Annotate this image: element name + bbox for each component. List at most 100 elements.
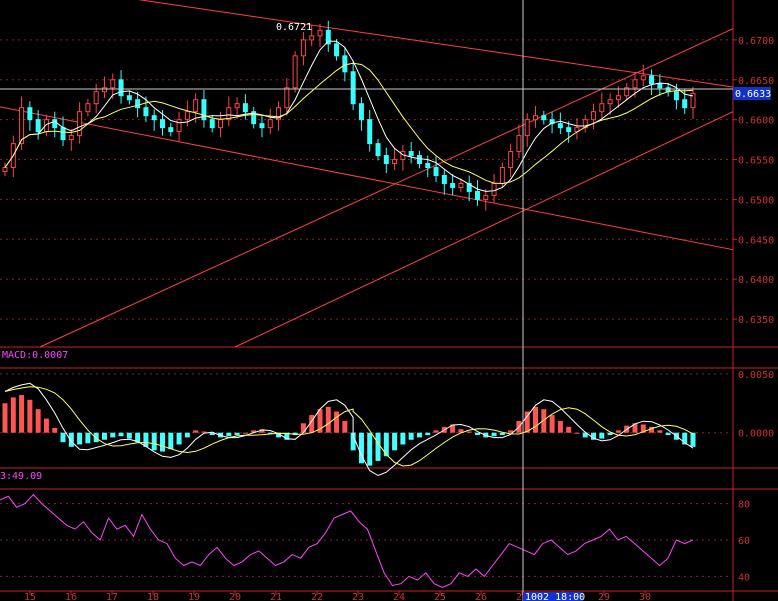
candle-body (458, 182, 464, 188)
candle-body (408, 151, 414, 157)
channel-line (137, 0, 734, 88)
candle-body (657, 83, 663, 89)
macd-name: MACD (2, 350, 26, 361)
channel-line (0, 106, 734, 251)
candle-body (309, 35, 315, 41)
candle-body (607, 99, 613, 105)
macd-bar (599, 432, 605, 439)
macd-bar (52, 428, 58, 433)
macd-bar (77, 432, 83, 445)
candle-body (184, 111, 190, 121)
candle-body (383, 155, 389, 165)
osc-tick-label: 40 (738, 572, 750, 583)
macd-bar (110, 432, 116, 438)
moving-averages (4, 40, 694, 192)
candle-body (483, 194, 489, 200)
macd-bar (566, 426, 572, 433)
x-tick-label: 17 (106, 592, 118, 601)
macd-bar (226, 432, 232, 437)
x-tick-label: 26 (475, 592, 487, 601)
macd-bar (433, 430, 439, 433)
x-tick-label: 16 (65, 592, 77, 601)
candle-body (491, 182, 497, 196)
x-tick-label: 20 (229, 592, 241, 601)
macd-bar (35, 409, 41, 433)
macd-bar (657, 430, 663, 433)
macd-bar (201, 431, 207, 433)
macd-bar (474, 432, 480, 436)
x-tick-label: 22 (311, 592, 323, 601)
candle-body (27, 107, 33, 121)
macd-bar (168, 432, 174, 450)
candle-body (317, 29, 323, 37)
candle-body (126, 95, 132, 101)
macd-panel (2, 382, 696, 477)
macd-bar (43, 418, 49, 433)
candle-body (60, 127, 66, 141)
macd-bar (85, 432, 91, 444)
candle-body (566, 127, 572, 133)
macd-bar (549, 415, 555, 433)
candle-body (375, 143, 381, 157)
x-tick-label: 24 (393, 592, 405, 601)
candle-body (77, 111, 83, 137)
candle-body (143, 107, 149, 117)
x-tick-label: 23 (352, 592, 364, 601)
macd-bar (68, 432, 74, 447)
candle-body (218, 119, 224, 129)
macd-bar (367, 432, 373, 466)
macd-bar (466, 431, 472, 433)
macd-bar (408, 432, 414, 440)
macd-bar (533, 406, 539, 433)
macd-bar (101, 432, 107, 440)
macd-bar (234, 432, 240, 436)
osc-tick-label: 80 (738, 500, 750, 511)
candle-body (85, 103, 91, 113)
candle-body (209, 119, 215, 129)
osc-label: 3:49.09 (0, 471, 42, 482)
macd-bar (242, 432, 248, 434)
macd-bar (334, 411, 340, 433)
x-tick-label: 19 (188, 592, 200, 601)
ma-slow-line (4, 62, 694, 185)
candle-body (392, 159, 398, 165)
macd-dif-line (4, 382, 694, 477)
price-tick-label: 0.6450 (738, 235, 774, 246)
macd-bar (19, 395, 25, 433)
candle-body (35, 119, 41, 133)
candle-body (93, 91, 99, 105)
macd-bar (300, 423, 306, 433)
candle-body (541, 115, 547, 121)
macd-bar (615, 430, 621, 433)
candle-body (632, 79, 638, 89)
candle-body (284, 87, 290, 109)
macd-bar (143, 432, 149, 447)
candle-body (450, 182, 456, 188)
price-tick-label: 0.6400 (738, 275, 774, 286)
candle-body (615, 95, 621, 101)
candle-body (135, 99, 141, 109)
macd-bar (690, 432, 696, 447)
macd-bar (416, 432, 422, 438)
macd-bar (10, 397, 16, 433)
macd-label: MACD:0.0007 (2, 350, 68, 361)
candle-body (682, 99, 688, 109)
candle-body (533, 115, 539, 121)
macd-bar (325, 406, 331, 433)
candle-body (118, 79, 124, 97)
channel-line (39, 28, 734, 348)
macd-bar (184, 432, 190, 438)
candle-body (416, 155, 422, 165)
current-price-label: 0.6633 (735, 89, 771, 100)
candle-body (168, 127, 174, 133)
macd-bar (2, 403, 8, 433)
oscillator-line (0, 493, 694, 588)
macd-bar (491, 432, 497, 437)
candle-body (110, 79, 116, 89)
macd-bar (193, 430, 199, 433)
x-tick-label: 25 (434, 592, 446, 601)
macd-bar (557, 420, 563, 433)
oscillator-panel (0, 493, 694, 588)
macd-bar (400, 432, 406, 445)
candle-body (176, 119, 182, 133)
